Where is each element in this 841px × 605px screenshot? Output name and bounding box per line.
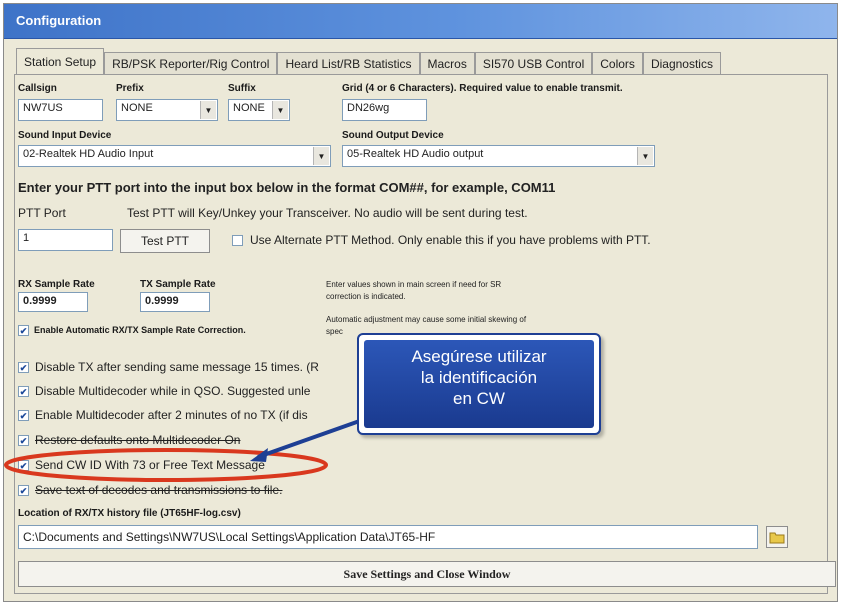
annotation-callout: Asegúrese utilizar la identificación en … (357, 333, 601, 435)
callout-arrow (257, 416, 369, 459)
callout-line-2: la identificación (420, 368, 538, 387)
arrow-head-icon (250, 448, 268, 462)
callout-line-1: Asegúrese utilizar (411, 347, 547, 366)
highlight-ellipse (4, 448, 328, 482)
annotation-overlay (4, 416, 369, 482)
callout-body: Asegúrese utilizar la identificación en … (364, 340, 594, 428)
callout-line-3: en CW (453, 389, 505, 408)
